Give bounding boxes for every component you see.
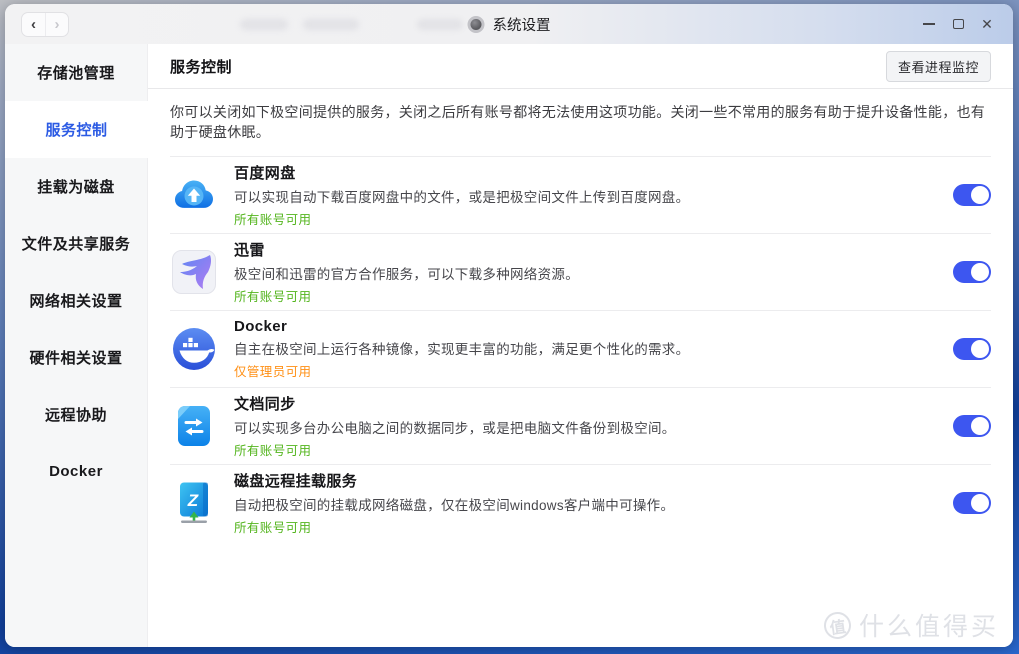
sidebar-item-network-settings[interactable]: 网络相关设置 bbox=[5, 272, 147, 329]
toggle-knob bbox=[971, 494, 989, 512]
service-name: 文档同步 bbox=[234, 393, 953, 414]
service-description: 可以实现多台办公电脑之间的数据同步，或是把电脑文件备份到极空间。 bbox=[234, 417, 953, 437]
service-name: Docker bbox=[234, 318, 953, 335]
service-row-thunder: 迅雷 极空间和迅雷的官方合作服务，可以下载多种网络资源。 所有账号可用 bbox=[170, 233, 991, 310]
settings-gear-icon bbox=[468, 16, 485, 33]
service-description: 自主在极空间上运行各种镜像，实现更丰富的功能，满足更个性化的需求。 bbox=[234, 338, 953, 358]
service-name: 百度网盘 bbox=[234, 162, 953, 183]
service-info: 迅雷 极空间和迅雷的官方合作服务，可以下载多种网络资源。 所有账号可用 bbox=[234, 239, 953, 305]
service-name: 迅雷 bbox=[234, 239, 953, 260]
service-control-description: 你可以关闭如下极空间提供的服务，关闭之后所有账号都将无法使用这项功能。关闭一些不… bbox=[148, 89, 1013, 156]
window-controls: ✕ bbox=[919, 13, 997, 35]
main-pane: 服务控制 查看进程监控 你可以关闭如下极空间提供的服务，关闭之后所有账号都将无法… bbox=[148, 44, 1013, 647]
sidebar-item-storage-pool[interactable]: 存储池管理 bbox=[5, 44, 147, 101]
service-toggle-baidu-netdisk[interactable] bbox=[953, 184, 991, 206]
back-button[interactable]: ‹ bbox=[22, 13, 45, 36]
background-blur-blob bbox=[417, 19, 463, 30]
back-icon: ‹ bbox=[31, 16, 36, 33]
sidebar-item-remote-assist[interactable]: 远程协助 bbox=[5, 386, 147, 443]
disk-mount-icon: Z bbox=[170, 479, 218, 527]
service-description: 极空间和迅雷的官方合作服务，可以下载多种网络资源。 bbox=[234, 263, 953, 283]
service-row-docker: Docker 自主在极空间上运行各种镜像，实现更丰富的功能，满足更个性化的需求。… bbox=[170, 310, 991, 387]
page-title: 服务控制 bbox=[170, 56, 232, 77]
process-monitor-button[interactable]: 查看进程监控 bbox=[886, 51, 991, 82]
service-toggle-docker[interactable] bbox=[953, 338, 991, 360]
service-list: 百度网盘 可以实现自动下载百度网盘中的文件，或是把极空间文件上传到百度网盘。 所… bbox=[170, 156, 991, 541]
docker-whale-icon bbox=[170, 325, 218, 373]
service-toggle-thunder[interactable] bbox=[953, 261, 991, 283]
title-bar: ‹ › 系统设置 ✕ bbox=[5, 4, 1013, 44]
service-toggle-doc-sync[interactable] bbox=[953, 415, 991, 437]
service-toggle-disk-mount[interactable] bbox=[953, 492, 991, 514]
service-availability-badge: 所有账号可用 bbox=[234, 209, 953, 228]
background-blur-blob bbox=[303, 19, 359, 30]
sidebar-item-docker[interactable]: Docker bbox=[5, 443, 147, 500]
service-row-disk-mount: Z 磁盘远程挂载服务 自动把极空间的挂载成网络磁盘，仅在极空间windows客户… bbox=[170, 464, 991, 541]
service-info: 磁盘远程挂载服务 自动把极空间的挂载成网络磁盘，仅在极空间windows客户端中… bbox=[234, 470, 953, 536]
service-availability-badge: 所有账号可用 bbox=[234, 286, 953, 305]
service-info: Docker 自主在极空间上运行各种镜像，实现更丰富的功能，满足更个性化的需求。… bbox=[234, 318, 953, 380]
close-button[interactable]: ✕ bbox=[977, 13, 997, 35]
service-name: 磁盘远程挂载服务 bbox=[234, 470, 953, 491]
minimize-icon bbox=[923, 23, 935, 25]
toggle-knob bbox=[971, 417, 989, 435]
service-row-baidu-netdisk: 百度网盘 可以实现自动下载百度网盘中的文件，或是把极空间文件上传到百度网盘。 所… bbox=[170, 156, 991, 233]
minimize-button[interactable] bbox=[919, 13, 939, 35]
window-title-group: 系统设置 bbox=[468, 4, 551, 44]
sidebar-item-hardware-settings[interactable]: 硬件相关设置 bbox=[5, 329, 147, 386]
window-content: 存储池管理 服务控制 挂载为磁盘 文件及共享服务 网络相关设置 硬件相关设置 远… bbox=[5, 44, 1013, 647]
maximize-button[interactable] bbox=[948, 13, 968, 35]
baidu-netdisk-icon bbox=[170, 171, 218, 219]
svg-text:Z: Z bbox=[187, 491, 199, 510]
service-availability-badge: 所有账号可用 bbox=[234, 440, 953, 459]
toggle-knob bbox=[971, 263, 989, 281]
sidebar-item-file-sharing[interactable]: 文件及共享服务 bbox=[5, 215, 147, 272]
window-title: 系统设置 bbox=[493, 14, 551, 35]
service-row-doc-sync: 文档同步 可以实现多台办公电脑之间的数据同步，或是把电脑文件备份到极空间。 所有… bbox=[170, 387, 991, 464]
main-header: 服务控制 查看进程监控 bbox=[148, 44, 1013, 89]
service-info: 百度网盘 可以实现自动下载百度网盘中的文件，或是把极空间文件上传到百度网盘。 所… bbox=[234, 162, 953, 228]
nav-history-group: ‹ › bbox=[21, 12, 69, 37]
doc-sync-icon bbox=[170, 402, 218, 450]
service-description: 自动把极空间的挂载成网络磁盘，仅在极空间windows客户端中可操作。 bbox=[234, 494, 953, 514]
toggle-knob bbox=[971, 186, 989, 204]
thunder-bird-icon bbox=[170, 248, 218, 296]
forward-icon: › bbox=[55, 16, 60, 33]
toggle-knob bbox=[971, 340, 989, 358]
forward-button[interactable]: › bbox=[45, 13, 68, 36]
background-blur-blob bbox=[240, 19, 288, 30]
service-availability-badge: 所有账号可用 bbox=[234, 517, 953, 536]
maximize-icon bbox=[953, 19, 964, 29]
settings-window: ‹ › 系统设置 ✕ 存储池管理 服务控制 挂载为磁盘 文件及共享服务 网络相关… bbox=[5, 4, 1013, 647]
close-icon: ✕ bbox=[981, 17, 993, 31]
service-availability-badge: 仅管理员可用 bbox=[234, 361, 953, 380]
service-description: 可以实现自动下载百度网盘中的文件，或是把极空间文件上传到百度网盘。 bbox=[234, 186, 953, 206]
settings-sidebar: 存储池管理 服务控制 挂载为磁盘 文件及共享服务 网络相关设置 硬件相关设置 远… bbox=[5, 44, 148, 647]
service-info: 文档同步 可以实现多台办公电脑之间的数据同步，或是把电脑文件备份到极空间。 所有… bbox=[234, 393, 953, 459]
sidebar-item-mount-as-disk[interactable]: 挂载为磁盘 bbox=[5, 158, 147, 215]
sidebar-item-service-control[interactable]: 服务控制 bbox=[5, 101, 148, 158]
